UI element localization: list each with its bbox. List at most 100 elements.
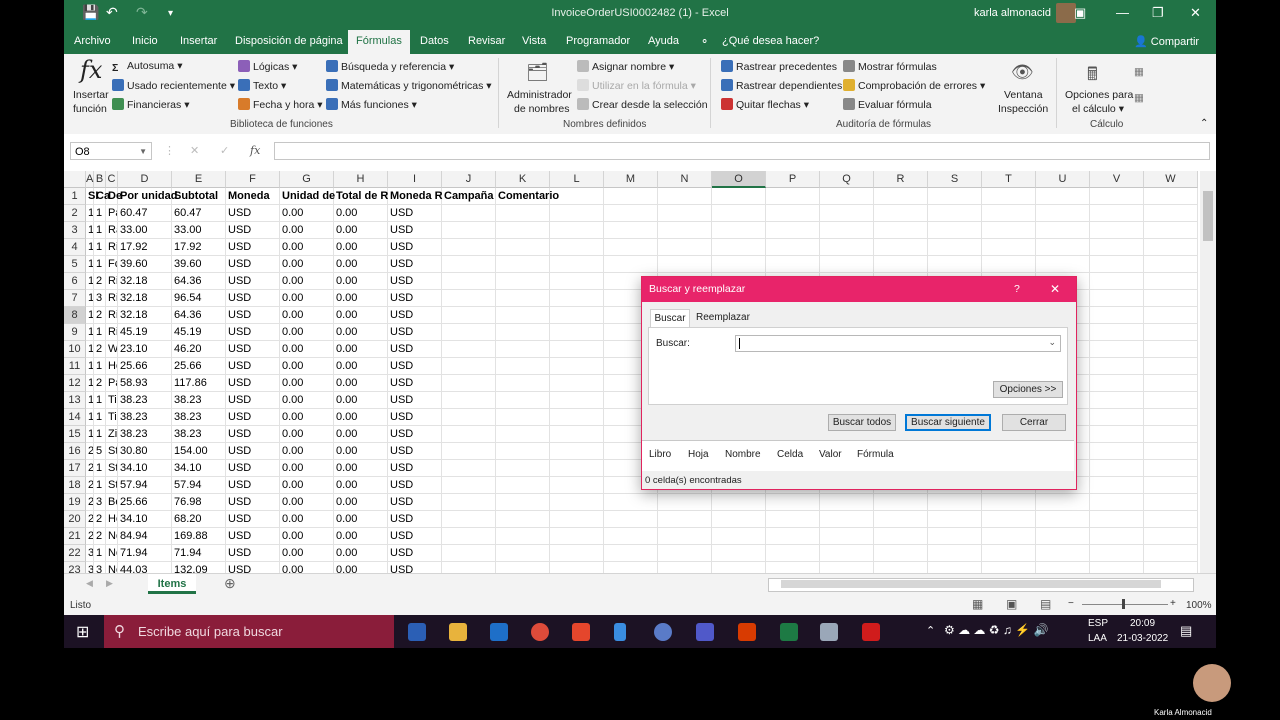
cell[interactable]: USD — [388, 545, 442, 562]
cell[interactable]: 19 — [86, 375, 94, 392]
row-header[interactable]: 13 — [64, 392, 86, 409]
cell[interactable] — [550, 562, 604, 573]
cell[interactable] — [874, 256, 928, 273]
cell[interactable]: 46.20 — [172, 341, 226, 358]
cell[interactable]: 1 — [94, 460, 106, 477]
share-button[interactable]: 👤 Compartir — [1134, 35, 1199, 48]
cell[interactable]: 0.00 — [334, 324, 388, 341]
cell[interactable] — [766, 188, 820, 205]
cell[interactable]: 0.00 — [334, 528, 388, 545]
tab-inicio[interactable]: Inicio — [132, 35, 158, 47]
cell[interactable] — [820, 528, 874, 545]
calculator-icon[interactable]: 🖩 — [1087, 62, 1098, 92]
row-header[interactable]: 18 — [64, 477, 86, 494]
cell[interactable] — [1090, 409, 1144, 426]
evaluate-formula-button[interactable]: Evaluar fórmula — [843, 98, 932, 111]
cell[interactable] — [1144, 494, 1198, 511]
tab-ayuda[interactable]: Ayuda — [648, 35, 679, 47]
watch-window-label-1[interactable]: Ventana — [1004, 89, 1043, 101]
cell[interactable] — [442, 307, 496, 324]
cell[interactable]: 0.00 — [280, 324, 334, 341]
result-col-formula[interactable]: Fórmula — [857, 449, 894, 460]
cell[interactable]: 39 — [86, 545, 94, 562]
cell[interactable] — [1144, 545, 1198, 562]
anydesk-icon[interactable] — [572, 623, 590, 641]
cell[interactable] — [604, 239, 658, 256]
name-manager-icon[interactable]: 🗂 — [526, 62, 549, 83]
app-icon[interactable] — [820, 623, 838, 641]
calc-options-label-1[interactable]: Opciones para — [1065, 89, 1133, 101]
cell[interactable]: 1 — [94, 205, 106, 222]
cell[interactable] — [496, 341, 550, 358]
cell[interactable] — [1036, 545, 1090, 562]
cell[interactable]: 28 — [86, 443, 94, 460]
cell[interactable]: Ti — [106, 409, 118, 426]
cell[interactable] — [1090, 273, 1144, 290]
cell[interactable] — [928, 528, 982, 545]
cell[interactable]: 0.00 — [334, 239, 388, 256]
cell[interactable] — [1144, 392, 1198, 409]
cell[interactable]: 0.00 — [280, 477, 334, 494]
cell[interactable] — [658, 188, 712, 205]
zoom-slider[interactable] — [1082, 599, 1168, 609]
scroll-right-icon[interactable]: ▶ — [106, 578, 113, 589]
cell[interactable] — [442, 511, 496, 528]
cell[interactable]: USD — [226, 477, 280, 494]
calc-options-label-2[interactable]: el cálculo ▾ — [1072, 103, 1124, 115]
cell[interactable]: De — [106, 188, 122, 205]
cell[interactable] — [1144, 511, 1198, 528]
cell[interactable] — [1090, 562, 1144, 573]
cell[interactable] — [1090, 222, 1144, 239]
cell[interactable] — [1036, 205, 1090, 222]
cell[interactable]: 0.00 — [334, 443, 388, 460]
cell[interactable] — [820, 545, 874, 562]
cell[interactable] — [1090, 528, 1144, 545]
cell[interactable] — [820, 494, 874, 511]
cancel-icon[interactable]: ✕ — [190, 144, 199, 157]
cell[interactable]: 39.60 — [118, 256, 172, 273]
show-formulas-button[interactable]: Mostrar fórmulas — [843, 60, 937, 73]
cell[interactable]: 60.47 — [118, 205, 172, 222]
cell[interactable] — [442, 528, 496, 545]
cell[interactable]: 2 — [94, 511, 106, 528]
cell[interactable]: 33.00 — [118, 222, 172, 239]
cell[interactable]: 0.00 — [334, 426, 388, 443]
cell[interactable] — [766, 205, 820, 222]
cell[interactable] — [550, 477, 604, 494]
cell[interactable] — [874, 528, 928, 545]
cell[interactable]: 0.00 — [334, 562, 388, 573]
cell[interactable] — [982, 562, 1036, 573]
scrollbar-thumb[interactable] — [1203, 191, 1213, 241]
cell[interactable] — [982, 188, 1036, 205]
cell[interactable]: 0.00 — [334, 375, 388, 392]
autosum-button[interactable]: Σ Autosuma ▾ — [112, 60, 182, 74]
column-header-D[interactable]: D — [118, 171, 172, 188]
cell[interactable]: 28 — [86, 460, 94, 477]
cell[interactable]: 29 — [86, 511, 94, 528]
cell[interactable] — [496, 256, 550, 273]
cell[interactable] — [658, 205, 712, 222]
column-header-W[interactable]: W — [1144, 171, 1198, 188]
cell[interactable] — [496, 239, 550, 256]
cell[interactable] — [550, 528, 604, 545]
cell[interactable] — [496, 307, 550, 324]
cell[interactable] — [1090, 324, 1144, 341]
cell[interactable]: 0.00 — [334, 273, 388, 290]
cell[interactable]: 28 — [86, 528, 94, 545]
scroll-left-icon[interactable]: ◀ — [86, 578, 93, 589]
cell[interactable]: 0.00 — [280, 511, 334, 528]
cell[interactable] — [550, 205, 604, 222]
cell[interactable] — [550, 460, 604, 477]
cell[interactable] — [658, 528, 712, 545]
cell[interactable]: USD — [388, 528, 442, 545]
clock-time[interactable]: 20:09 — [1130, 618, 1155, 629]
cell[interactable]: USD — [226, 460, 280, 477]
cell[interactable] — [550, 188, 604, 205]
cell[interactable] — [1144, 188, 1198, 205]
define-name-button[interactable]: Asignar nombre ▾ — [577, 60, 674, 73]
logical-button[interactable]: Lógicas ▾ — [238, 60, 297, 73]
cell[interactable] — [550, 494, 604, 511]
chevron-down-icon[interactable]: ⌄ — [1048, 337, 1056, 348]
cell[interactable] — [1090, 239, 1144, 256]
cell[interactable] — [442, 460, 496, 477]
